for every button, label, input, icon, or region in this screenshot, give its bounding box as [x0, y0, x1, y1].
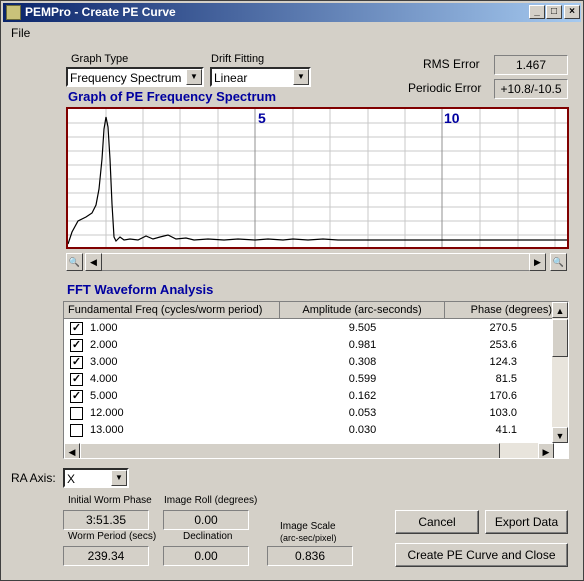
cancel-button[interactable]: Cancel: [395, 510, 479, 534]
declination-label: Declination: [183, 531, 233, 542]
row-checkbox[interactable]: ✓: [70, 322, 83, 335]
image-scale-label: Image Scale: [280, 521, 336, 532]
row-checkbox[interactable]: ✓: [70, 373, 83, 386]
image-roll-value: 0.00: [163, 510, 249, 530]
initial-phase-value: 3:51.35: [63, 510, 149, 530]
menu-file[interactable]: File: [11, 26, 30, 40]
pe-frequency-graph: 5 10: [66, 107, 569, 249]
graph-type-value: Frequency Spectrum: [70, 71, 182, 85]
zoom-out-icon[interactable]: 🔍: [66, 253, 83, 271]
amplitude-cell: 0.030: [348, 424, 377, 436]
app-icon: [6, 5, 21, 20]
ra-axis-value: X: [67, 472, 76, 486]
phase-cell: 270.5: [489, 322, 517, 334]
periodic-error-label: Periodic Error: [408, 81, 482, 95]
freq-cell: 2.000: [90, 339, 118, 351]
drift-fitting-label: Drift Fitting: [211, 53, 265, 65]
row-checkbox[interactable]: [70, 407, 83, 420]
amplitude-cell: 9.505: [348, 322, 377, 334]
periodic-error-value: +10.8/-10.5: [494, 79, 568, 99]
drift-fitting-select[interactable]: Linear ▼: [210, 67, 311, 87]
window-title: PEMPro - Create PE Curve: [25, 5, 176, 19]
menu-bar: File: [3, 23, 581, 42]
amplitude-cell: 0.162: [348, 390, 377, 402]
chevron-down-icon[interactable]: ▼: [111, 470, 127, 486]
phase-cell: 253.6: [489, 339, 517, 351]
maximize-button[interactable]: □: [546, 5, 562, 19]
row-checkbox[interactable]: ✓: [70, 390, 83, 403]
rms-error-value: 1.467: [494, 55, 568, 75]
phase-cell: 124.3: [489, 356, 517, 368]
graph-marker-5: 5: [258, 110, 266, 126]
table-row[interactable]: 12.000 0.053 103.0: [64, 405, 554, 422]
amplitude-cell: 0.308: [348, 356, 377, 368]
col-header-freq[interactable]: Fundamental Freq (cycles/worm period): [64, 302, 280, 319]
table-row[interactable]: ✓ 4.000 0.599 81.5: [64, 371, 554, 388]
image-scale-sublabel: (arc-sec/pixel): [280, 533, 337, 543]
close-button[interactable]: ×: [564, 5, 580, 19]
col-header-phase[interactable]: Phase (degrees): [445, 302, 555, 319]
hscroll-right-button[interactable]: ▶: [538, 443, 554, 458]
chevron-down-icon[interactable]: ▼: [293, 69, 309, 85]
ra-axis-select[interactable]: X ▼: [63, 468, 129, 488]
freq-cell: 13.000: [90, 424, 124, 436]
scroll-right-button[interactable]: ▶: [529, 253, 546, 271]
row-checkbox[interactable]: ✓: [70, 356, 83, 369]
drift-fitting-value: Linear: [214, 71, 248, 85]
phase-cell: 41.1: [495, 424, 517, 436]
worm-period-label: Worm Period (secs): [68, 531, 157, 542]
create-pe-curve-button[interactable]: Create PE Curve and Close: [395, 543, 568, 567]
scroll-track[interactable]: [102, 253, 532, 271]
graph-title: Graph of PE Frequency Spectrum: [68, 89, 277, 104]
freq-cell: 4.000: [90, 373, 118, 385]
export-data-button[interactable]: Export Data: [485, 510, 568, 534]
amplitude-cell: 0.981: [348, 339, 377, 351]
initial-phase-label: Initial Worm Phase: [68, 495, 152, 506]
table-row[interactable]: ✓ 1.000 9.505 270.5: [64, 320, 554, 337]
freq-cell: 1.000: [90, 322, 118, 334]
fft-table: Fundamental Freq (cycles/worm period) Am…: [63, 301, 569, 459]
table-scroll-thumb[interactable]: [552, 319, 568, 357]
scroll-left-button[interactable]: ◀: [85, 253, 102, 271]
table-vscroll[interactable]: ▲ ▼: [552, 302, 568, 443]
table-row[interactable]: ✓ 5.000 0.162 170.6: [64, 388, 554, 405]
table-hscroll-thumb[interactable]: [80, 443, 500, 458]
rms-error-label: RMS Error: [423, 57, 480, 71]
freq-cell: 12.000: [90, 407, 124, 419]
freq-cell: 3.000: [90, 356, 118, 368]
amplitude-cell: 0.599: [348, 373, 377, 385]
row-checkbox[interactable]: [70, 424, 83, 437]
col-header-amplitude[interactable]: Amplitude (arc-seconds): [280, 302, 445, 319]
ra-axis-label: RA Axis:: [11, 471, 56, 485]
freq-cell: 5.000: [90, 390, 118, 402]
graph-scrollbar[interactable]: 🔍 ◀ ▶ 🔍: [66, 253, 570, 273]
amplitude-cell: 0.053: [348, 407, 377, 419]
worm-period-value: 239.34: [63, 546, 149, 566]
table-row[interactable]: 13.000 0.030 41.1: [64, 422, 554, 439]
graph-marker-10: 10: [444, 110, 460, 126]
chevron-down-icon[interactable]: ▼: [186, 69, 202, 85]
table-hscroll[interactable]: ◀ ▶: [64, 443, 554, 458]
phase-cell: 81.5: [495, 373, 517, 385]
phase-cell: 103.0: [489, 407, 517, 419]
minimize-button[interactable]: _: [529, 5, 545, 19]
pempro-window: PEMPro - Create PE Curve _ □ × File Grap…: [0, 0, 584, 581]
fft-title: FFT Waveform Analysis: [67, 282, 214, 297]
zoom-in-icon[interactable]: 🔍: [550, 253, 567, 271]
graph-type-select[interactable]: Frequency Spectrum ▼: [66, 67, 204, 87]
graph-type-label: Graph Type: [71, 53, 129, 65]
row-checkbox[interactable]: ✓: [70, 339, 83, 352]
hscroll-left-button[interactable]: ◀: [64, 443, 80, 458]
table-row[interactable]: ✓ 2.000 0.981 253.6: [64, 337, 554, 354]
image-roll-label: Image Roll (degrees): [164, 495, 258, 506]
title-bar: PEMPro - Create PE Curve _ □ ×: [3, 3, 581, 22]
phase-cell: 170.6: [489, 390, 517, 402]
scroll-up-button[interactable]: ▲: [552, 302, 568, 318]
table-row[interactable]: ✓ 3.000 0.308 124.3: [64, 354, 554, 371]
image-scale-value: 0.836: [267, 546, 353, 566]
scroll-down-button[interactable]: ▼: [552, 427, 568, 443]
declination-value: 0.00: [163, 546, 249, 566]
